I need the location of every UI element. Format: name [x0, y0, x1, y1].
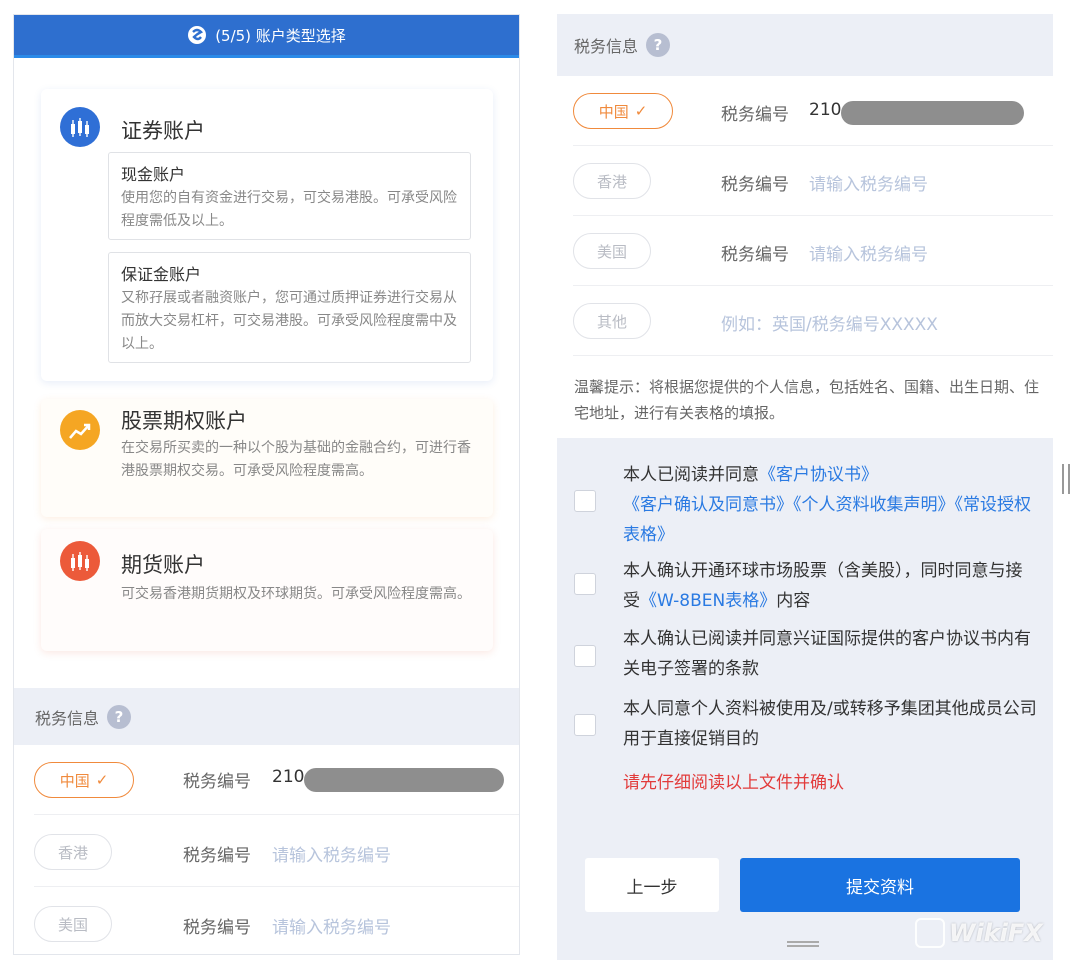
w8ben-form-link[interactable]: 《W-8BEN表格》 — [640, 591, 776, 611]
agreement-checkbox-1[interactable] — [574, 490, 596, 512]
futures-account-card[interactable]: 期货账户 可交易香港期货期权及环球期货。可承受风险程度需高。 — [41, 529, 493, 651]
tax-id-input-hongkong[interactable]: 请输入税务编号 — [809, 170, 928, 195]
help-icon[interactable]: ? — [107, 704, 132, 729]
agreement-checkbox-2[interactable] — [574, 573, 596, 595]
tax-row-usa: 美国 税务编号 请输入税务编号 — [34, 889, 519, 954]
tax-info-title: 税务信息 — [574, 37, 639, 56]
tax-id-input-usa[interactable]: 请输入税务编号 — [272, 913, 391, 938]
tax-info-header: 税务信息 ? — [557, 14, 1053, 76]
tax-row-hongkong: 香港 税务编号 请输入税务编号 — [573, 146, 1053, 216]
tax-id-label: 税务编号 — [183, 772, 251, 792]
securities-account-card[interactable]: 证券账户 现金账户 使用您的自有资金进行交易，可交易港股。可承受风险程度需低及以… — [41, 89, 493, 381]
cash-account-title: 现金账户 — [121, 165, 186, 184]
tax-id-label: 税务编号 — [183, 846, 251, 866]
agreement-checkbox-4[interactable] — [574, 714, 596, 736]
agreement-2-suffix: 内容 — [776, 591, 811, 611]
region-pill-hongkong[interactable]: 香港 — [34, 834, 112, 870]
region-pill-usa[interactable]: 美国 — [573, 233, 651, 269]
watermark: WikiFX — [915, 918, 1043, 948]
agreement-item-4: 本人同意个人资料被使用及/或转移予集团其他成员公司用于直接促销目的 — [574, 694, 1037, 754]
tax-and-agreement-panel: 税务信息 ? 中国 ✓ 税务编号 210 香港 税务编号 请输入税务编号 美国 税… — [557, 14, 1053, 960]
region-pill-other[interactable]: 其他 — [573, 303, 651, 339]
tax-info-title: 税务信息 — [35, 708, 100, 728]
margin-account-desc: 又称孖展或者融资账户，您可通过质押证券进行交易从而放大交易杠杆，可交易港股。可承… — [121, 290, 457, 352]
submit-button[interactable]: 提交资料 — [740, 858, 1020, 912]
agreement-3-text: 本人确认已阅读并同意兴证国际提供的客户协议书内有关电子签署的条款 — [623, 629, 1031, 679]
step-title: (5/5) 账户类型选择 — [215, 26, 346, 45]
step-header: (5/5) 账户类型选择 — [14, 15, 519, 58]
securities-icon — [60, 107, 100, 147]
tax-id-label: 税务编号 — [721, 245, 789, 265]
tax-id-value[interactable]: 210 — [809, 100, 841, 120]
futures-icon — [60, 541, 100, 581]
customer-confirmation-link[interactable]: 《客户确认及同意书》 — [623, 495, 793, 515]
tax-id-input-hongkong[interactable]: 请输入税务编号 — [272, 841, 391, 866]
agreement-item-1: 本人已阅读并同意《客户协议书》《客户确认及同意书》《个人资料收集声明》《常设授权… — [574, 460, 1034, 550]
tax-info-header: 税务信息 ? — [14, 688, 519, 745]
resize-handle-icon[interactable] — [1062, 464, 1070, 494]
cash-account-option[interactable]: 现金账户 使用您的自有资金进行交易，可交易港股。可承受风险程度需低及以上。 — [108, 152, 471, 240]
watermark-text: WikiFX — [949, 919, 1043, 947]
agreement-checkbox-3[interactable] — [574, 645, 596, 667]
tax-row-other: 其他 例如：英国/税务编号XXXXX — [573, 286, 1053, 356]
cash-account-desc: 使用您的自有资金进行交易，可交易港股。可承受风险程度需低及以上。 — [121, 190, 457, 229]
redaction-mask — [304, 768, 504, 792]
personal-data-statement-link[interactable]: 《个人资料收集声明》 — [793, 495, 955, 515]
tax-id-input-usa[interactable]: 请输入税务编号 — [809, 240, 928, 265]
stock-options-title: 股票期权账户 — [121, 409, 247, 433]
agreement-section: 本人已阅读并同意《客户协议书》《客户确认及同意书》《个人资料收集声明》《常设授权… — [557, 438, 1053, 960]
region-pill-china[interactable]: 中国 ✓ — [34, 762, 134, 798]
tax-row-china: 中国 ✓ 税务编号 210 — [34, 745, 519, 815]
check-icon: ✓ — [95, 771, 109, 789]
region-pill-china[interactable]: 中国 ✓ — [573, 93, 673, 129]
futures-title: 期货账户 — [121, 553, 205, 577]
margin-account-option[interactable]: 保证金账户 又称孖展或者融资账户，您可通过质押证券进行交易从而放大交易杠杆，可交… — [108, 252, 471, 363]
region-pill-usa[interactable]: 美国 — [34, 906, 112, 942]
tax-id-input-other[interactable]: 例如：英国/税务编号XXXXX — [721, 310, 938, 335]
check-icon: ✓ — [634, 102, 648, 120]
tax-row-china: 中国 ✓ 税务编号 210 — [573, 76, 1053, 146]
stock-options-desc: 在交易所买卖的一种以个股为基础的金融合约，可进行香港股票期权交易。可承受风险程度… — [121, 440, 471, 479]
watermark-logo-icon — [915, 918, 945, 948]
drag-handle-icon[interactable] — [787, 941, 819, 947]
futures-desc: 可交易香港期货期权及环球期货。可承受风险程度需高。 — [121, 586, 471, 602]
tax-notice: 温馨提示：将根据您提供的个人信息，包括姓名、国籍、出生日期、住宅地址，进行有关表… — [574, 378, 1040, 422]
previous-step-button[interactable]: 上一步 — [585, 858, 719, 912]
tax-id-label: 税务编号 — [183, 918, 251, 938]
margin-account-title: 保证金账户 — [121, 265, 202, 284]
tax-id-label: 税务编号 — [721, 175, 789, 195]
region-pill-hongkong[interactable]: 香港 — [573, 163, 651, 199]
redaction-mask — [841, 101, 1024, 125]
stock-options-account-card[interactable]: 股票期权账户 在交易所买卖的一种以个股为基础的金融合约，可进行香港股票期权交易。… — [41, 399, 493, 517]
agreement-4-text: 本人同意个人资料被使用及/或转移予集团其他成员公司用于直接促销目的 — [623, 699, 1037, 749]
tax-id-value[interactable]: 210 — [272, 767, 304, 787]
brand-logo-icon — [188, 26, 207, 44]
help-icon[interactable]: ? — [646, 33, 671, 57]
tax-row-usa: 美国 税务编号 请输入税务编号 — [573, 216, 1053, 286]
account-type-panel: (5/5) 账户类型选择 证券账户 现金账户 使用您的自有资金进行交易，可交易港… — [13, 14, 520, 955]
tax-row-hongkong: 香港 税务编号 请输入税务编号 — [34, 817, 519, 887]
agreement-item-3: 本人确认已阅读并同意兴证国际提供的客户协议书内有关电子签署的条款 — [574, 624, 1034, 684]
trend-up-icon — [60, 410, 100, 450]
agreement-item-2: 本人确认开通环球市场股票（含美股），同时同意与接受《W-8BEN表格》内容 — [574, 556, 1034, 616]
customer-agreement-link[interactable]: 《客户协议书》 — [759, 465, 878, 485]
securities-account-title: 证券账户 — [121, 119, 205, 143]
confirm-warning: 请先仔细阅读以上文件并确认 — [623, 773, 844, 793]
tax-id-label: 税务编号 — [721, 105, 789, 125]
agreement-1-prefix: 本人已阅读并同意 — [623, 465, 759, 485]
